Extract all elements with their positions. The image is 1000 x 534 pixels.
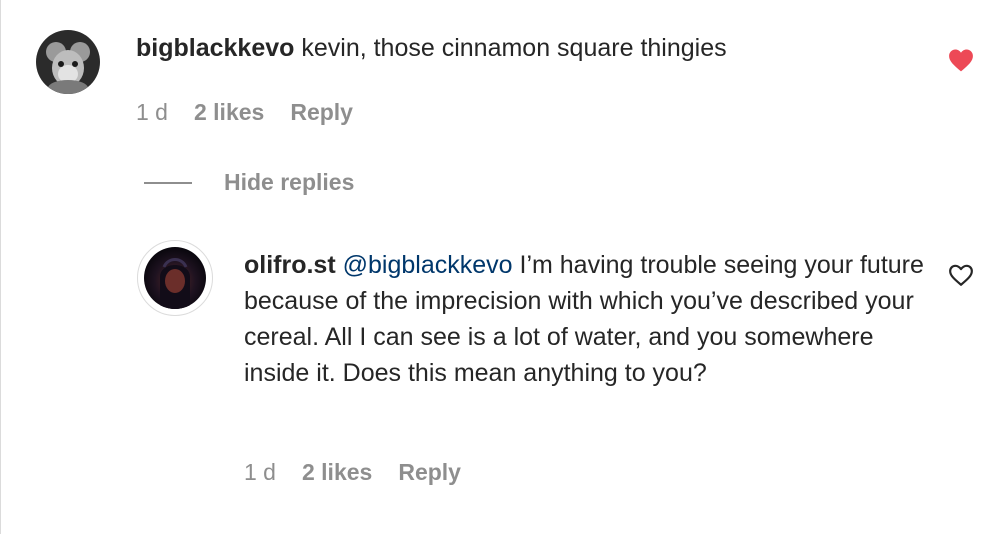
avatar[interactable] — [144, 247, 206, 309]
reply-mention[interactable]: @bigblackkevo — [343, 251, 513, 279]
reply-username[interactable]: olifro.st — [244, 251, 336, 279]
divider-line — [144, 181, 192, 184]
reply-body: olifro.st @bigblackkevo I’m having troub… — [244, 247, 934, 391]
comment-meta: 1 d 2 likes Reply — [136, 99, 379, 126]
hide-replies-label[interactable]: Hide replies — [224, 169, 354, 196]
heart-outline-icon[interactable] — [948, 263, 974, 287]
comment-thread: bigblackkevo kevin, those cinnamon squar… — [0, 0, 1000, 534]
reply-time[interactable]: 1 d — [244, 459, 276, 486]
comment-text: kevin, those cinnamon square thingies — [301, 34, 727, 62]
comment-username[interactable]: bigblackkevo — [136, 34, 294, 62]
avatar[interactable] — [36, 30, 100, 94]
avatar-image — [36, 30, 100, 94]
avatar-image — [144, 247, 206, 309]
reply-likes[interactable]: 2 likes — [302, 459, 372, 486]
reply-button[interactable]: Reply — [398, 459, 461, 486]
reply-meta: 1 d 2 likes Reply — [244, 459, 487, 486]
reply-button[interactable]: Reply — [290, 99, 353, 126]
comment-body: bigblackkevo kevin, those cinnamon squar… — [136, 30, 916, 66]
comment-time[interactable]: 1 d — [136, 99, 168, 126]
hide-replies-toggle[interactable]: Hide replies — [144, 169, 354, 196]
heart-filled-icon[interactable] — [948, 48, 974, 72]
comment-likes[interactable]: 2 likes — [194, 99, 264, 126]
